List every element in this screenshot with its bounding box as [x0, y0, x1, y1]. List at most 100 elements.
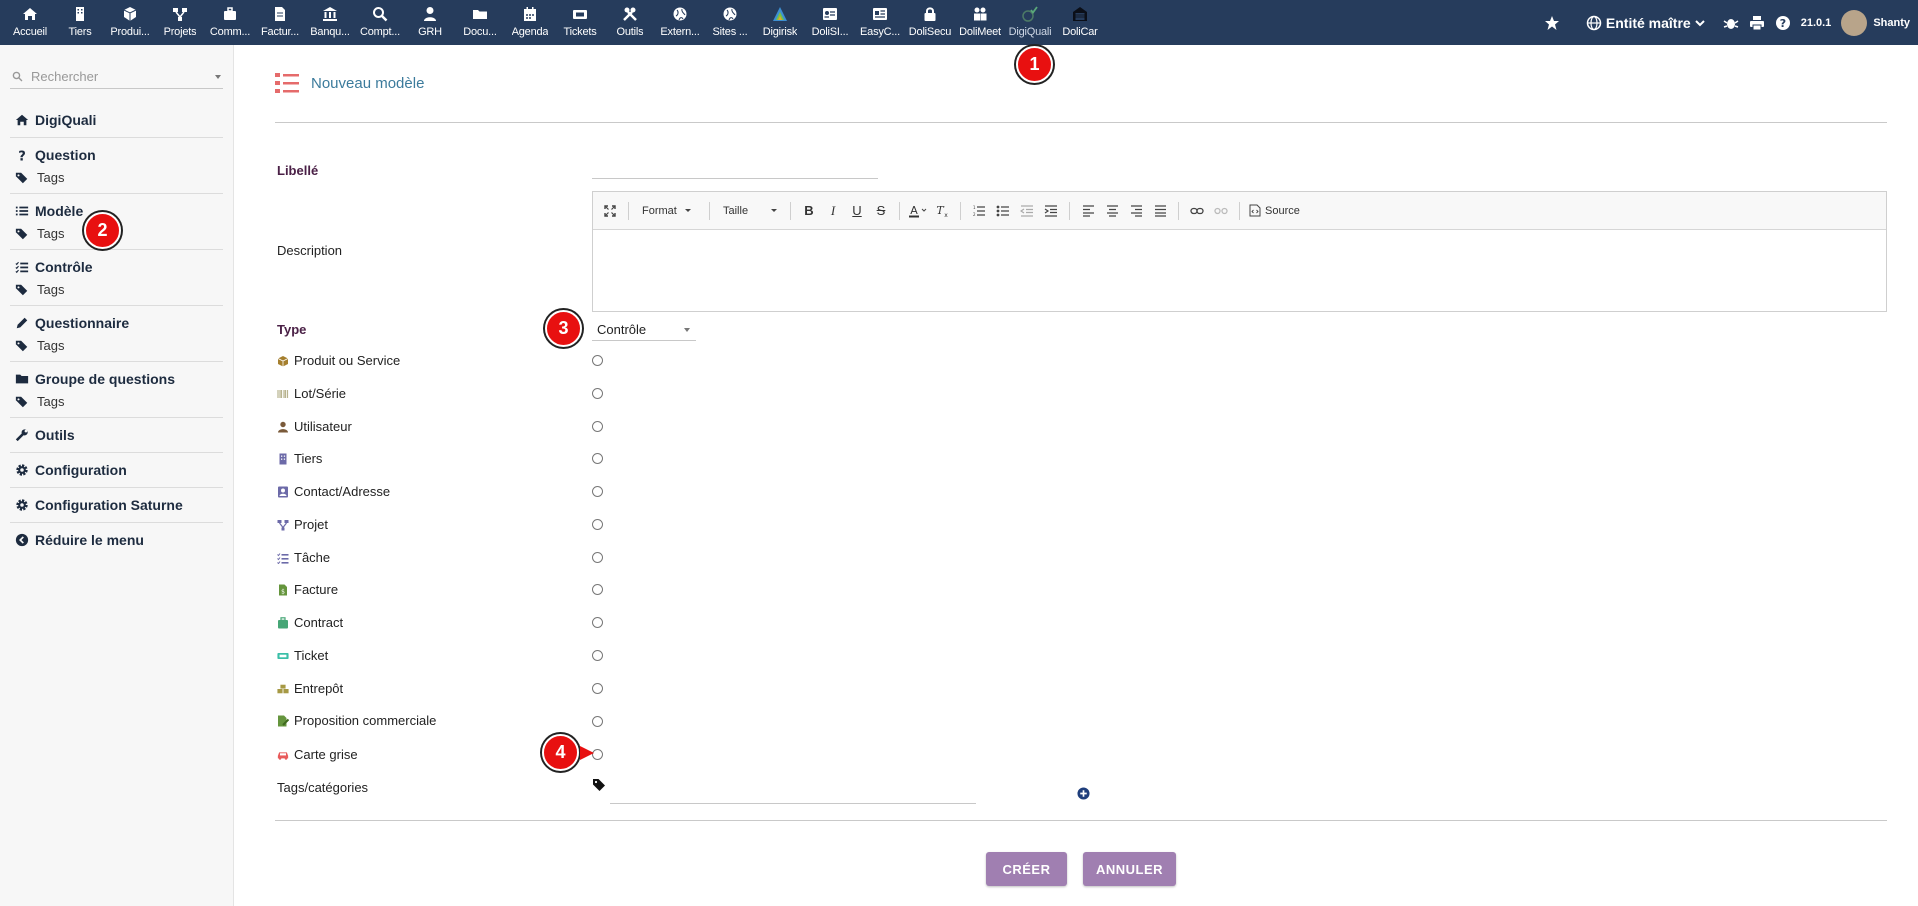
gear-icon — [16, 499, 28, 511]
align-justify-icon[interactable] — [1151, 201, 1169, 221]
tags-input[interactable] — [610, 780, 976, 804]
sidebar-subitem-question-tags[interactable]: Tags — [15, 170, 219, 185]
remove-format-button[interactable]: Tx — [933, 201, 951, 221]
user-tie-icon — [424, 7, 436, 21]
topmenu-dolicar[interactable]: DoliCar — [1055, 0, 1105, 45]
type-select[interactable]: Contrôle — [592, 319, 696, 341]
print-icon[interactable] — [1749, 15, 1765, 31]
invoice-icon — [275, 7, 285, 21]
topmenu-documents[interactable]: Docu... — [455, 0, 505, 45]
strikethrough-button[interactable]: S — [872, 201, 890, 221]
radio-facture[interactable] — [592, 584, 603, 595]
outdent-icon[interactable] — [1018, 201, 1036, 221]
link-icon[interactable] — [1188, 201, 1206, 221]
topmenu-dolisirh[interactable]: DoliSI... — [805, 0, 855, 45]
sidebar-subitem-groupe-tags[interactable]: Tags — [15, 394, 219, 409]
topmenu-outils[interactable]: Outils — [605, 0, 655, 45]
sidebar-item-label: Modèle — [35, 203, 84, 219]
topmenu-agenda[interactable]: Agenda — [505, 0, 555, 45]
sidebar-item-groupe-questions[interactable]: Groupe de questions — [15, 370, 219, 388]
sidebar-block-question: ? Question Tags — [10, 138, 223, 194]
sidebar-item-configuration-saturne[interactable]: Configuration Saturne — [15, 496, 219, 514]
search-input[interactable] — [29, 68, 209, 85]
radio-tiers[interactable] — [592, 453, 603, 464]
radio-product[interactable] — [592, 355, 603, 366]
add-tag-icon[interactable] — [1077, 787, 1090, 800]
align-center-icon[interactable] — [1103, 201, 1121, 221]
radio-tache[interactable] — [592, 552, 603, 563]
topmenu-tickets[interactable]: Tickets — [555, 0, 605, 45]
sidebar-item-configuration[interactable]: Configuration — [15, 461, 219, 479]
sidebar-item-digiquali[interactable]: DigiQuali — [15, 111, 219, 129]
top-menu: Accueil Tiers Produi... Projets Comm... … — [0, 0, 1105, 45]
sidebar-subitem-controle-tags[interactable]: Tags — [15, 282, 219, 297]
topmenu-produits[interactable]: Produi... — [105, 0, 155, 45]
sidebar-item-outils[interactable]: Outils — [15, 426, 219, 444]
radio-contract[interactable] — [592, 617, 603, 628]
bug-icon[interactable] — [1723, 15, 1739, 31]
caret-down-icon[interactable] — [215, 74, 221, 79]
radio-entrepot[interactable] — [592, 683, 603, 694]
sidebar-item-questionnaire[interactable]: Questionnaire — [15, 314, 219, 332]
radio-contact[interactable] — [592, 486, 603, 497]
radio-ticket[interactable] — [592, 650, 603, 661]
sidebar-subitem-questionnaire-tags[interactable]: Tags — [15, 338, 219, 353]
topmenu-external-sites[interactable]: Extern... — [655, 0, 705, 45]
easycrm-icon — [873, 8, 887, 20]
radio-proposition-commerciale[interactable] — [592, 716, 603, 727]
underline-button[interactable]: U — [848, 201, 866, 221]
topmenu-accueil[interactable]: Accueil — [5, 0, 55, 45]
radio-lot-serie[interactable] — [592, 388, 603, 399]
entity-selector[interactable]: Entité maître — [1586, 15, 1705, 31]
numbered-list-icon[interactable]: 12 — [970, 201, 988, 221]
radio-projet[interactable] — [592, 519, 603, 530]
bulleted-list-icon[interactable] — [994, 201, 1012, 221]
align-right-icon[interactable] — [1127, 201, 1145, 221]
text-color-button[interactable]: A — [909, 201, 927, 221]
create-button[interactable]: CRÉER — [986, 852, 1067, 886]
topmenu-dolimeet[interactable]: DoliMeet — [955, 0, 1005, 45]
topmenu-label: Docu... — [463, 26, 497, 38]
version-label: 21.0.1 — [1800, 16, 1832, 29]
description-textarea[interactable] — [593, 230, 1886, 311]
source-button[interactable]: Source — [1249, 201, 1300, 221]
topmenu-dolisecu[interactable]: DoliSecu — [905, 0, 955, 45]
topmenu-easycrm[interactable]: EasyC... — [855, 0, 905, 45]
indent-icon[interactable] — [1042, 201, 1060, 221]
option-contract: Contract — [277, 615, 343, 630]
maximize-icon[interactable] — [601, 201, 619, 221]
bold-button[interactable]: B — [800, 201, 818, 221]
sidebar-item-controle[interactable]: Contrôle — [15, 258, 219, 276]
radio-user[interactable] — [592, 421, 603, 432]
sidebar-item-modele[interactable]: Modèle — [15, 202, 219, 220]
user-menu[interactable]: Shanty — [1841, 9, 1910, 36]
align-left-icon[interactable] — [1079, 201, 1097, 221]
option-lot-serie: Lot/Série — [277, 386, 346, 401]
option-facture: $ Facture — [277, 582, 338, 597]
topmenu-projets[interactable]: Projets — [155, 0, 205, 45]
help-icon[interactable]: ? — [1775, 15, 1791, 31]
option-product: Produit ou Service — [277, 353, 400, 368]
topmenu-sites[interactable]: Sites ... — [705, 0, 755, 45]
unlink-icon[interactable] — [1212, 201, 1230, 221]
topmenu-digirisk[interactable]: Digirisk — [755, 0, 805, 45]
italic-button[interactable]: I — [824, 201, 842, 221]
topmenu-banque[interactable]: Banqu... — [305, 0, 355, 45]
size-dropdown[interactable]: Taille — [719, 205, 781, 217]
bookmark-star-icon[interactable] — [1544, 15, 1560, 31]
tags-icon — [15, 228, 28, 239]
topmenu-grh[interactable]: GRH — [405, 0, 455, 45]
label-input[interactable] — [592, 155, 878, 179]
topmenu-commercial[interactable]: Comm... — [205, 0, 255, 45]
label-field-label: Libellé — [277, 163, 319, 178]
format-dropdown[interactable]: Format — [638, 205, 700, 217]
sidebar-item-reduire-menu[interactable]: Réduire le menu — [15, 531, 219, 549]
sidebar-item-question[interactable]: ? Question — [15, 146, 219, 164]
toolbar-separator — [899, 201, 900, 220]
topmenu-facturation[interactable]: Factur... — [255, 0, 305, 45]
topmenu-digiquali[interactable]: DigiQuali — [1005, 0, 1055, 45]
topmenu-tiers[interactable]: Tiers — [55, 0, 105, 45]
bank-icon — [323, 7, 337, 21]
topmenu-comptabilite[interactable]: Compt... — [355, 0, 405, 45]
cancel-button[interactable]: ANNULER — [1083, 852, 1176, 886]
